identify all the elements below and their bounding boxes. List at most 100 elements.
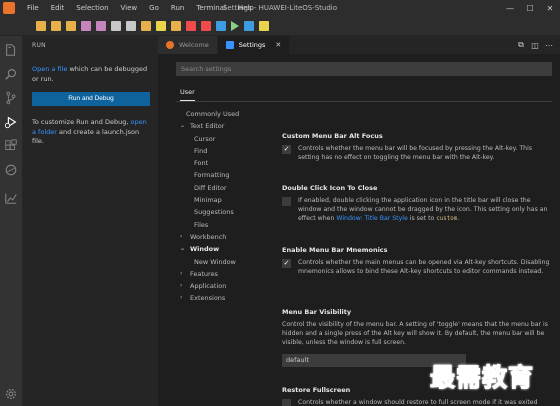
watermark-text: 最需教育 — [429, 363, 535, 393]
setting-double-click-close: Double Click Icon To Close If enabled, d… — [282, 184, 552, 225]
extensions-icon[interactable] — [3, 138, 19, 154]
source-control-icon[interactable] — [3, 90, 19, 106]
toc-item[interactable]: › Features — [180, 270, 278, 282]
toc-item[interactable]: Files — [180, 221, 278, 233]
debug-icon[interactable] — [216, 20, 226, 31]
toc-label: Formatting — [194, 171, 230, 180]
save-icon[interactable] — [66, 20, 76, 31]
maximize-button[interactable]: ☐ — [520, 0, 540, 16]
search-settings-input[interactable] — [176, 62, 552, 76]
burn-icon[interactable] — [171, 20, 181, 31]
board-icon[interactable] — [111, 20, 121, 31]
toc-item[interactable]: Formatting — [180, 171, 278, 183]
customize-desc: To customize Run and Debug, — [32, 118, 131, 126]
split-editor-icon[interactable]: ◫ — [528, 41, 542, 50]
setting-title: Menu Bar Visibility — [282, 308, 352, 316]
app-logo-icon — [3, 2, 15, 14]
setting-title: Double Click Icon To Close — [282, 184, 378, 192]
toc-label: Application — [190, 282, 227, 291]
chevron-right-icon: › — [180, 282, 183, 290]
menu-edit[interactable]: Edit — [45, 4, 71, 12]
tab-welcome-label: Welcome — [179, 41, 209, 49]
toolbar — [0, 16, 560, 36]
run-debug-icon[interactable] — [3, 114, 19, 130]
explorer-icon[interactable] — [3, 42, 19, 58]
setting-description: If enabled, double clicking the applicat… — [298, 196, 552, 225]
toc-label: Window — [190, 245, 220, 254]
menu-file[interactable]: File — [21, 4, 45, 12]
customize-text: To customize Run and Debug, open a folde… — [32, 118, 148, 147]
setting-description: Controls whether the menu bar will be fo… — [298, 145, 533, 162]
open-folder-icon[interactable] — [51, 20, 61, 31]
close-window-button[interactable]: ✕ — [540, 0, 560, 16]
settings-tab-icon — [225, 41, 234, 49]
desc-text-3: . — [457, 215, 460, 223]
title-bar-style-link[interactable]: Window: Title Bar Style — [336, 215, 407, 222]
double-click-checkbox[interactable] — [282, 197, 291, 206]
manage-gear-icon[interactable] — [3, 386, 19, 402]
setting-description: Controls whether the main menus can be o… — [298, 259, 550, 276]
compile-icon[interactable] — [141, 20, 151, 31]
open-settings-json-icon[interactable]: ⧉ — [514, 40, 528, 50]
toc-item[interactable]: Font — [180, 159, 278, 171]
run-icon[interactable] — [231, 20, 239, 31]
menu-run[interactable]: Run — [165, 4, 190, 12]
minimize-button[interactable]: — — [500, 0, 520, 16]
open-file-link[interactable]: Open a file — [32, 65, 67, 73]
toc-item[interactable]: ⌄ Window — [180, 245, 278, 257]
remote-icon[interactable] — [3, 162, 19, 178]
toc-item[interactable]: Find — [180, 147, 278, 159]
toc-item[interactable]: › Workbench — [180, 233, 278, 245]
new-file-icon[interactable] — [36, 20, 46, 31]
terminal-icon[interactable] — [244, 20, 254, 31]
mnemonics-checkbox[interactable]: ✓ — [282, 259, 291, 268]
toc-item[interactable]: Commonly Used — [180, 110, 278, 122]
clean-icon[interactable] — [156, 20, 166, 31]
undo-icon[interactable] — [81, 20, 91, 31]
toc-label: Suggestions — [194, 208, 234, 217]
toc-label: Workbench — [190, 232, 227, 241]
restore-fullscreen-checkbox[interactable] — [282, 399, 291, 406]
reset-icon[interactable] — [201, 20, 211, 31]
toc-item[interactable]: › Extensions — [180, 294, 278, 306]
sidebar-title: RUN — [32, 42, 46, 49]
toc-label: New Window — [194, 257, 236, 266]
toc-item[interactable]: New Window — [180, 258, 278, 270]
tab-user[interactable]: User — [180, 88, 195, 101]
toc-label: Find — [194, 146, 208, 155]
toc-item[interactable]: Suggestions — [180, 208, 278, 220]
toc-label: Features — [190, 269, 218, 278]
toc-item[interactable]: Diff Editor — [180, 184, 278, 196]
menu-view[interactable]: View — [115, 4, 144, 12]
more-actions-icon[interactable]: ⋯ — [542, 41, 556, 50]
stop-icon[interactable] — [186, 20, 196, 31]
chevron-right-icon: › — [180, 294, 183, 302]
search-icon[interactable] — [3, 66, 19, 82]
menu-help[interactable]: Help — [232, 4, 260, 12]
setting-description: Control the visibility of the menu bar. … — [282, 321, 548, 347]
tab-settings[interactable]: Settings ✕ — [217, 36, 291, 54]
close-tab-icon[interactable]: ✕ — [275, 41, 281, 49]
tools-icon[interactable] — [259, 20, 269, 31]
chevron-down-icon: ⌄ — [180, 122, 186, 130]
toc-item[interactable]: › Application — [180, 282, 278, 294]
toc-label: Minimap — [194, 196, 222, 205]
welcome-tab-icon — [166, 41, 174, 49]
toc-item[interactable]: ⌄ Text Editor — [180, 122, 278, 134]
config-icon[interactable] — [126, 20, 136, 31]
tab-welcome[interactable]: Welcome — [158, 36, 218, 54]
toc-label: Extensions — [190, 294, 226, 303]
redo-icon[interactable] — [96, 20, 106, 31]
setting-menu-mnemonics: Enable Menu Bar Mnemonics ✓ Controls whe… — [282, 246, 552, 276]
open-file-text: Open a file which can be debugged or run… — [32, 65, 148, 84]
menu-terminal[interactable]: Terminal — [190, 4, 232, 12]
run-and-debug-button[interactable]: Run and Debug — [32, 92, 150, 106]
menu-selection[interactable]: Selection — [70, 4, 114, 12]
custom-menu-checkbox[interactable]: ✓ — [282, 145, 291, 154]
toc-item[interactable]: Minimap — [180, 196, 278, 208]
menu-go[interactable]: Go — [143, 4, 165, 12]
title-bar: File Edit Selection View Go Run Terminal… — [0, 0, 560, 16]
stats-icon[interactable] — [3, 190, 19, 206]
desc-text-2: is set to — [407, 215, 437, 223]
toc-item[interactable]: Cursor — [180, 135, 278, 147]
